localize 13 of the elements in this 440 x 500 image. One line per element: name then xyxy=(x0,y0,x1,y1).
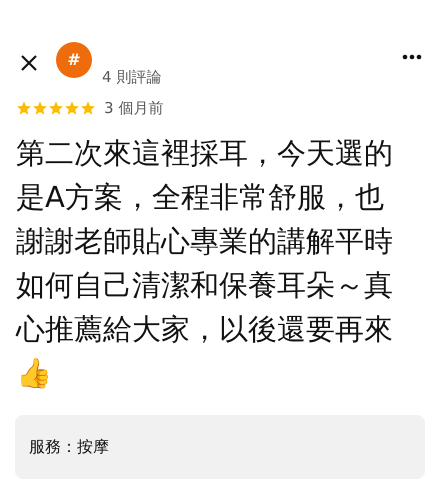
review-time: 3 個月前 xyxy=(104,98,164,118)
close-icon xyxy=(20,54,38,72)
star-icon xyxy=(32,100,48,116)
star-icon xyxy=(48,100,64,116)
review-text: 第二次來這裡採耳，今天選的是A方案，全程非常舒服，也謝謝老師貼心專業的講解平時如何自己清潔和保養耳朵～真心推薦給大家，以後還要再來👍 xyxy=(14,135,394,392)
star-icon xyxy=(16,100,32,116)
service-text: 服務：按摩 xyxy=(29,436,109,458)
avatar: # xyxy=(56,42,92,78)
more-icon xyxy=(402,54,422,60)
review-count: 4 則評論 xyxy=(102,67,162,88)
star-icon xyxy=(80,100,96,116)
star-icon xyxy=(64,100,80,116)
more-button[interactable] xyxy=(402,54,422,60)
